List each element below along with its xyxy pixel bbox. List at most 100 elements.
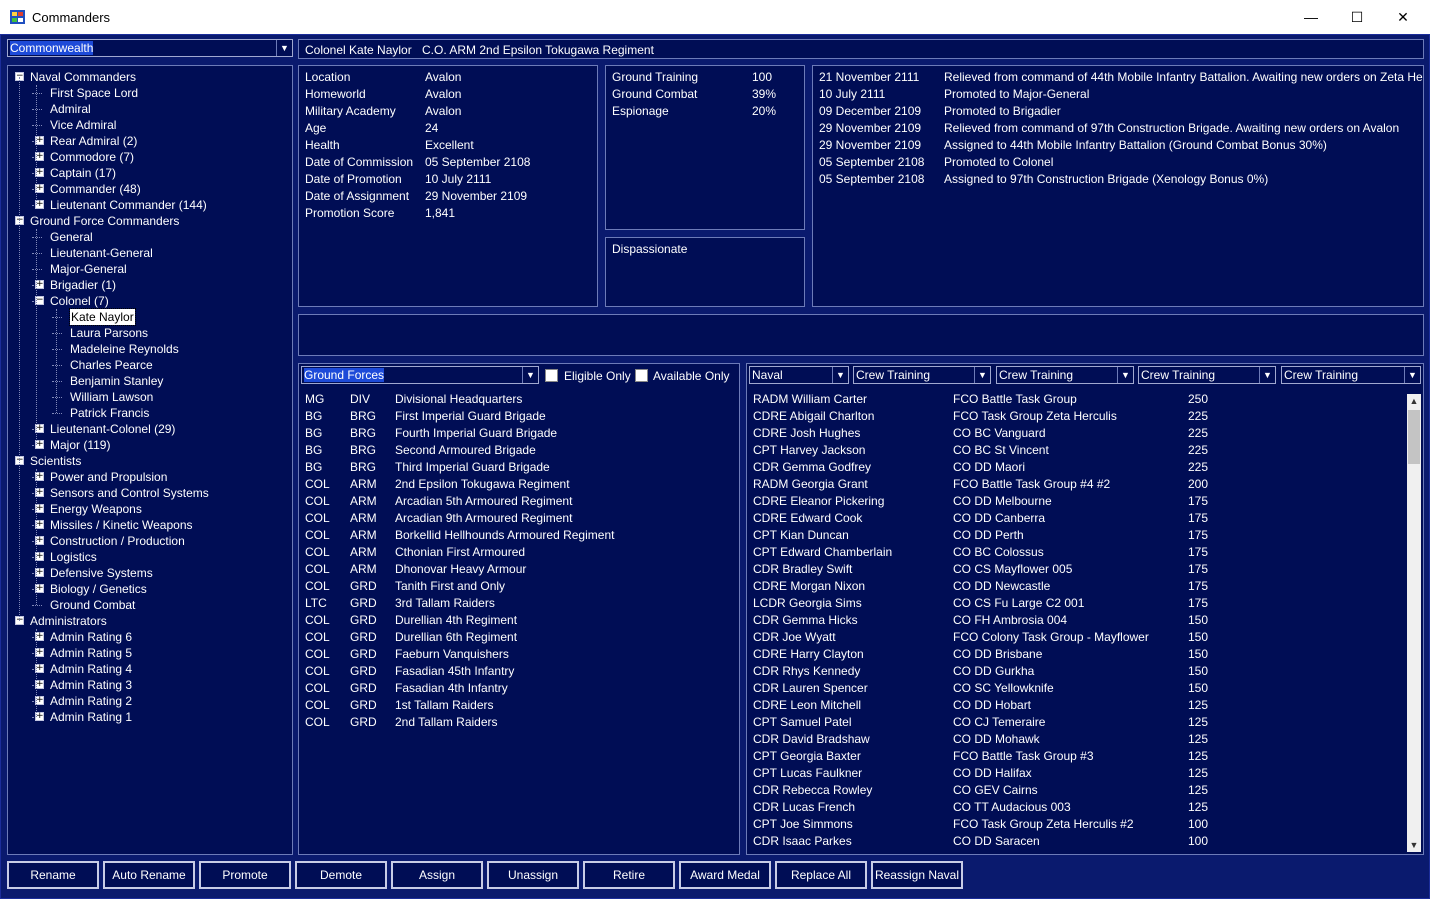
eligible-only-checkbox[interactable] xyxy=(545,369,558,382)
naval-officer-row[interactable]: CDR Gemma Godfrey CO DD Maori 225 xyxy=(747,459,1403,476)
tree-node[interactable]: Ground Force Commanders xyxy=(30,213,179,229)
naval-officer-row[interactable]: CPT Edward Chamberlain CO BC Colossus 175 xyxy=(747,544,1403,561)
naval-scrollbar[interactable]: ▲ ▼ xyxy=(1407,394,1421,852)
tree-node[interactable]: Construction / Production xyxy=(50,533,185,549)
ground-unit-row[interactable]: COL GRD Fasadian 45th Infantry xyxy=(299,663,739,680)
scroll-thumb[interactable] xyxy=(1408,410,1420,464)
close-button[interactable]: ✕ xyxy=(1380,0,1426,34)
tree-node[interactable]: Lieutenant-Colonel (29) xyxy=(50,421,175,437)
assign-button[interactable]: Assign xyxy=(391,861,483,889)
ground-unit-row[interactable]: COL GRD Faeburn Vanquishers xyxy=(299,646,739,663)
race-select[interactable]: Commonwealth ▼ xyxy=(7,39,293,57)
tree-node[interactable]: Sensors and Control Systems xyxy=(50,485,209,501)
tree-node[interactable]: Major (119) xyxy=(50,437,110,453)
tree-node[interactable]: Major-General xyxy=(50,261,127,277)
tree-node[interactable]: Vice Admiral xyxy=(50,117,116,133)
tree-node[interactable]: Charles Pearce xyxy=(70,357,153,373)
ground-filter-select[interactable]: Ground Forces ▼ xyxy=(301,366,539,384)
ground-unit-row[interactable]: COL ARM 2nd Epsilon Tokugawa Regiment xyxy=(299,476,739,493)
naval-type-select[interactable]: Naval ▼ xyxy=(749,366,849,384)
naval-officer-row[interactable]: CDRE Edward Cook CO DD Canberra 175 xyxy=(747,510,1403,527)
tree-node[interactable]: Madeleine Reynolds xyxy=(70,341,179,357)
award-medal-button[interactable]: Award Medal xyxy=(679,861,771,889)
crew-training-select[interactable]: Crew Training ▼ xyxy=(853,366,991,384)
chevron-down-icon[interactable]: ▼ xyxy=(522,367,538,383)
ground-unit-row[interactable]: COL ARM Cthonian First Armoured xyxy=(299,544,739,561)
auto-rename-button[interactable]: Auto Rename xyxy=(103,861,195,889)
tree-node[interactable]: Admin Rating 5 xyxy=(50,645,132,661)
tree-node[interactable]: Admin Rating 1 xyxy=(50,709,132,725)
tree-node[interactable]: Laura Parsons xyxy=(70,325,148,341)
tree-node[interactable]: Biology / Genetics xyxy=(50,581,147,597)
chevron-down-icon[interactable]: ▼ xyxy=(1259,367,1275,383)
tree-node[interactable]: Energy Weapons xyxy=(50,501,142,517)
ground-unit-row[interactable]: BG BRG Second Armoured Brigade xyxy=(299,442,739,459)
naval-officer-row[interactable]: LCDR Georgia Sims CO CS Fu Large C2 001 17… xyxy=(747,595,1403,612)
ground-unit-row[interactable]: COL GRD Tanith First and Only xyxy=(299,578,739,595)
naval-officer-row[interactable]: CPT Georgia Baxter FCO Battle Task Group … xyxy=(747,748,1403,765)
available-only-checkbox[interactable] xyxy=(635,369,648,382)
naval-officer-row[interactable]: CDR Gemma Hicks CO FH Ambrosia 004 150 xyxy=(747,612,1403,629)
ground-unit-row[interactable]: COL ARM Arcadian 5th Armoured Regiment xyxy=(299,493,739,510)
naval-officer-row[interactable]: CDR Rhys Kennedy CO DD Gurkha 150 xyxy=(747,663,1403,680)
naval-officer-row[interactable]: CDR Bradley Swift CO CS Mayflower 005 175 xyxy=(747,561,1403,578)
ground-unit-row[interactable]: COL GRD Fasadian 4th Infantry xyxy=(299,680,739,697)
naval-officer-row[interactable]: CDR Lauren Spencer CO SC Yellowknife 150 xyxy=(747,680,1403,697)
tree-node[interactable]: Defensive Systems xyxy=(50,565,153,581)
promote-button[interactable]: Promote xyxy=(199,861,291,889)
tree-node[interactable]: Logistics xyxy=(50,549,97,565)
naval-officer-row[interactable]: CPT Lucas Faulkner CO DD Halifax 125 xyxy=(747,765,1403,782)
naval-officer-row[interactable]: CDR Lucas French CO TT Audacious 003 125 xyxy=(747,799,1403,816)
ground-unit-row[interactable]: BG BRG Fourth Imperial Guard Brigade xyxy=(299,425,739,442)
naval-officer-row[interactable]: CPT Kian Duncan CO DD Perth 175 xyxy=(747,527,1403,544)
ground-unit-row[interactable]: COL ARM Arcadian 9th Armoured Regiment xyxy=(299,510,739,527)
naval-officer-row[interactable]: CPT Joe Simmons FCO Task Group Zeta Hercu… xyxy=(747,816,1403,833)
tree-node[interactable]: First Space Lord xyxy=(50,85,138,101)
retire-button[interactable]: Retire xyxy=(583,861,675,889)
tree-node[interactable]: Admin Rating 3 xyxy=(50,677,132,693)
ground-unit-row[interactable]: MG DIV Divisional Headquarters xyxy=(299,391,739,408)
ground-unit-row[interactable]: COL GRD Durellian 4th Regiment xyxy=(299,612,739,629)
tree-node[interactable]: Commander (48) xyxy=(50,181,141,197)
naval-officer-row[interactable]: CDRE Eleanor Pickering CO DD Melbourne 175 xyxy=(747,493,1403,510)
demote-button[interactable]: Demote xyxy=(295,861,387,889)
reassign-naval-button[interactable]: Reassign Naval xyxy=(871,861,963,889)
chevron-down-icon[interactable]: ▼ xyxy=(974,367,990,383)
naval-officer-row[interactable]: CPT Harvey Jackson CO BC St Vincent 225 xyxy=(747,442,1403,459)
rename-button[interactable]: Rename xyxy=(7,861,99,889)
tree-node[interactable]: Admin Rating 2 xyxy=(50,693,132,709)
tree-node[interactable]: Admiral xyxy=(50,101,91,117)
tree-node[interactable]: Brigadier (1) xyxy=(50,277,116,293)
tree-node[interactable]: Captain (17) xyxy=(50,165,116,181)
minimize-button[interactable]: — xyxy=(1288,0,1334,34)
tree-node[interactable]: Patrick Francis xyxy=(70,405,149,421)
naval-officer-row[interactable]: CDR Joe Wyatt FCO Colony Task Group - May… xyxy=(747,629,1403,646)
tree-node[interactable]: Naval Commanders xyxy=(30,69,136,85)
chevron-down-icon[interactable]: ▼ xyxy=(1117,367,1133,383)
commander-tree[interactable]: − Naval Commanders First Space Lord Admiral… xyxy=(7,65,293,855)
scroll-up-icon[interactable]: ▲ xyxy=(1407,394,1421,408)
tree-node[interactable]: Commodore (7) xyxy=(50,149,134,165)
tree-node[interactable]: Lieutenant-General xyxy=(50,245,153,261)
tree-node[interactable]: Power and Propulsion xyxy=(50,469,167,485)
naval-officer-row[interactable]: CDRE Josh Hughes CO BC Vanguard 225 xyxy=(747,425,1403,442)
scroll-down-icon[interactable]: ▼ xyxy=(1407,838,1421,852)
tree-node[interactable]: Colonel (7) xyxy=(50,293,109,309)
tree-node[interactable]: Admin Rating 6 xyxy=(50,629,132,645)
ground-unit-row[interactable]: COL ARM Borkellid Hellhounds Armoured Regi… xyxy=(299,527,739,544)
naval-officer-row[interactable]: CDR David Bradshaw CO DD Mohawk 125 xyxy=(747,731,1403,748)
tree-node-selected[interactable]: Kate Naylor xyxy=(69,308,136,326)
tree-node[interactable]: Admin Rating 4 xyxy=(50,661,132,677)
naval-officer-row[interactable]: CDRE Leon Mitchell CO DD Hobart 125 xyxy=(747,697,1403,714)
ground-unit-row[interactable]: COL GRD 2nd Tallam Raiders xyxy=(299,714,739,731)
crew-training-select[interactable]: Crew Training ▼ xyxy=(996,366,1134,384)
ground-unit-row[interactable]: COL GRD 1st Tallam Raiders xyxy=(299,697,739,714)
ground-unit-row[interactable]: BG BRG Third Imperial Guard Brigade xyxy=(299,459,739,476)
tree-node[interactable]: Scientists xyxy=(30,453,81,469)
naval-officer-row[interactable]: CPT Samuel Patel CO CJ Temeraire 125 xyxy=(747,714,1403,731)
crew-training-select[interactable]: Crew Training ▼ xyxy=(1281,366,1421,384)
tree-node[interactable]: Administrators xyxy=(30,613,107,629)
ground-unit-row[interactable]: BG BRG First Imperial Guard Brigade xyxy=(299,408,739,425)
naval-officer-row[interactable]: CDR Isaac Parkes CO DD Saracen 100 xyxy=(747,833,1403,850)
tree-node[interactable]: Benjamin Stanley xyxy=(70,373,163,389)
